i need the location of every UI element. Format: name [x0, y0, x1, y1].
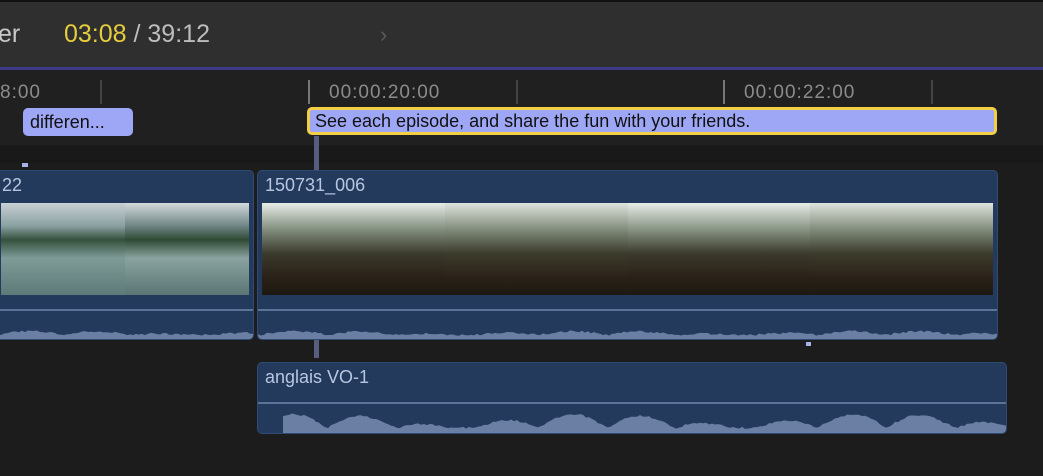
ruler-tick	[516, 80, 518, 104]
toolbar-label: er	[0, 20, 20, 49]
timecode-display: 03:08 / 39:12	[64, 20, 210, 49]
clip-name: anglais VO-1	[265, 367, 369, 388]
waveform-shape	[258, 330, 998, 339]
audio-waveform	[258, 403, 1007, 433]
waveform-shape	[0, 330, 254, 339]
connection-marker	[22, 163, 28, 167]
video-clip-selected[interactable]: 150731_006	[257, 170, 998, 340]
connection-line	[314, 340, 319, 358]
filmstrip	[262, 203, 993, 295]
toolbar: er 03:08 / 39:12 ›	[0, 0, 1043, 67]
waveform-shape	[283, 414, 1007, 433]
ruler-label: 00:00:20:00	[329, 82, 440, 104]
audio-clip[interactable]: anglais VO-1	[257, 362, 1007, 434]
thumbnail	[628, 203, 811, 295]
connection-marker	[806, 342, 811, 346]
connection-line	[314, 136, 319, 170]
thumbnail	[1, 203, 125, 295]
filmstrip	[1, 203, 249, 295]
clip-name: 22	[2, 175, 22, 196]
ruler-tick	[723, 80, 725, 104]
audio-waveform	[0, 295, 254, 339]
ruler-tick	[308, 80, 310, 104]
ruler-label: 00:00:22:00	[744, 82, 855, 104]
video-clip[interactable]: 22	[0, 170, 254, 340]
ruler-tick	[931, 80, 933, 104]
thumbnail	[262, 203, 445, 295]
caption-clip[interactable]: differen...	[23, 108, 133, 136]
ruler-tick	[100, 80, 102, 104]
thumbnail	[125, 203, 249, 295]
thumbnail	[810, 203, 993, 295]
timecode-separator: /	[127, 20, 148, 48]
thumbnail	[445, 203, 628, 295]
ruler-label: 8:00	[0, 82, 41, 104]
clip-name: 150731_006	[265, 175, 365, 196]
chevron-right-icon[interactable]: ›	[380, 22, 387, 48]
current-timecode: 03:08	[64, 20, 127, 48]
caption-lane-gap	[0, 145, 1043, 163]
caption-clip-selected[interactable]: See each episode, and share the fun with…	[307, 107, 997, 135]
total-duration: 39:12	[147, 20, 210, 48]
audio-waveform	[258, 295, 998, 339]
